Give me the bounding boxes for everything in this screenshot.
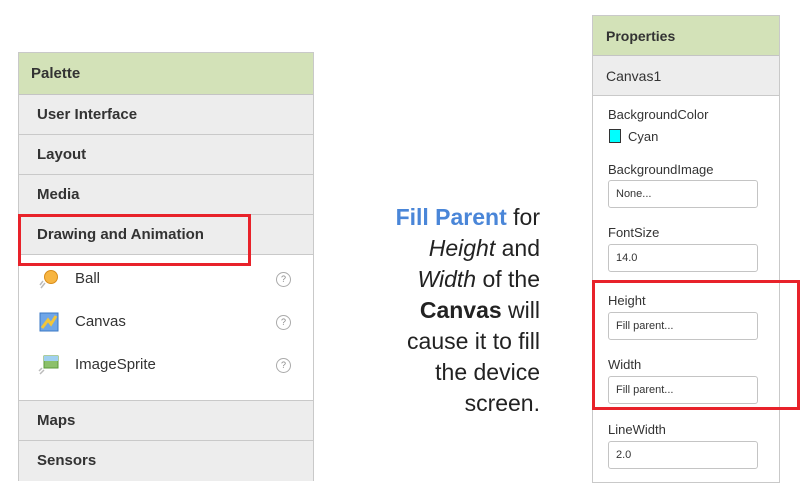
palette-item-label: Ball — [75, 270, 101, 287]
note-text: of the — [476, 266, 540, 292]
highlight-drawing-animation — [18, 214, 251, 266]
line-width-field[interactable]: 2.0 — [608, 441, 758, 469]
width-text: Width — [417, 266, 477, 292]
note-text: and — [495, 235, 540, 261]
palette-category-media[interactable]: Media — [19, 175, 313, 215]
note-line: the device — [435, 359, 540, 385]
font-size-field[interactable]: 14.0 — [608, 244, 758, 272]
background-color-value[interactable]: Cyan — [628, 129, 658, 144]
help-icon[interactable]: ? — [276, 358, 291, 373]
explanation-text: Fill Parent for Height and Width of the … — [340, 202, 540, 419]
palette-panel: Palette User Interface Layout Media Draw… — [18, 52, 314, 481]
palette-item-canvas[interactable]: Canvas ? — [19, 303, 313, 343]
properties-header: Properties — [593, 16, 779, 56]
font-size-label: FontSize — [608, 225, 660, 240]
note-text: for — [506, 204, 540, 230]
help-icon[interactable]: ? — [276, 272, 291, 287]
properties-panel: Properties Canvas1 BackgroundColor Cyan … — [592, 15, 780, 483]
ball-icon — [38, 268, 60, 290]
canvas-icon — [38, 311, 60, 333]
palette-item-imagesprite[interactable]: ImageSprite ? — [19, 346, 313, 386]
palette-category-user-interface[interactable]: User Interface — [19, 95, 313, 135]
palette-item-label: ImageSprite — [75, 356, 156, 373]
palette-item-ball[interactable]: Ball ? — [19, 260, 313, 300]
component-name: Canvas1 — [593, 56, 779, 96]
note-line: cause it to fill — [407, 328, 540, 354]
note-line: screen. — [464, 390, 540, 416]
color-swatch[interactable] — [609, 129, 621, 143]
line-width-label: LineWidth — [608, 422, 666, 437]
palette-item-label: Canvas — [75, 313, 126, 330]
background-color-label: BackgroundColor — [608, 107, 709, 122]
palette-drawing-items: Ball ? Canvas ? ImageSprite ? — [19, 255, 313, 401]
palette-category-sensors[interactable]: Sensors — [19, 441, 313, 481]
height-text: Height — [428, 235, 496, 261]
note-text: will — [501, 297, 540, 323]
palette-category-maps[interactable]: Maps — [19, 401, 313, 441]
palette-header: Palette — [19, 53, 313, 95]
canvas-text: Canvas — [419, 297, 502, 323]
background-image-label: BackgroundImage — [608, 162, 714, 177]
imagesprite-icon — [38, 354, 60, 376]
highlight-height-width — [592, 280, 800, 410]
fill-parent-text: Fill Parent — [395, 204, 507, 230]
palette-category-layout[interactable]: Layout — [19, 135, 313, 175]
background-image-field[interactable]: None... — [608, 180, 758, 208]
help-icon[interactable]: ? — [276, 315, 291, 330]
